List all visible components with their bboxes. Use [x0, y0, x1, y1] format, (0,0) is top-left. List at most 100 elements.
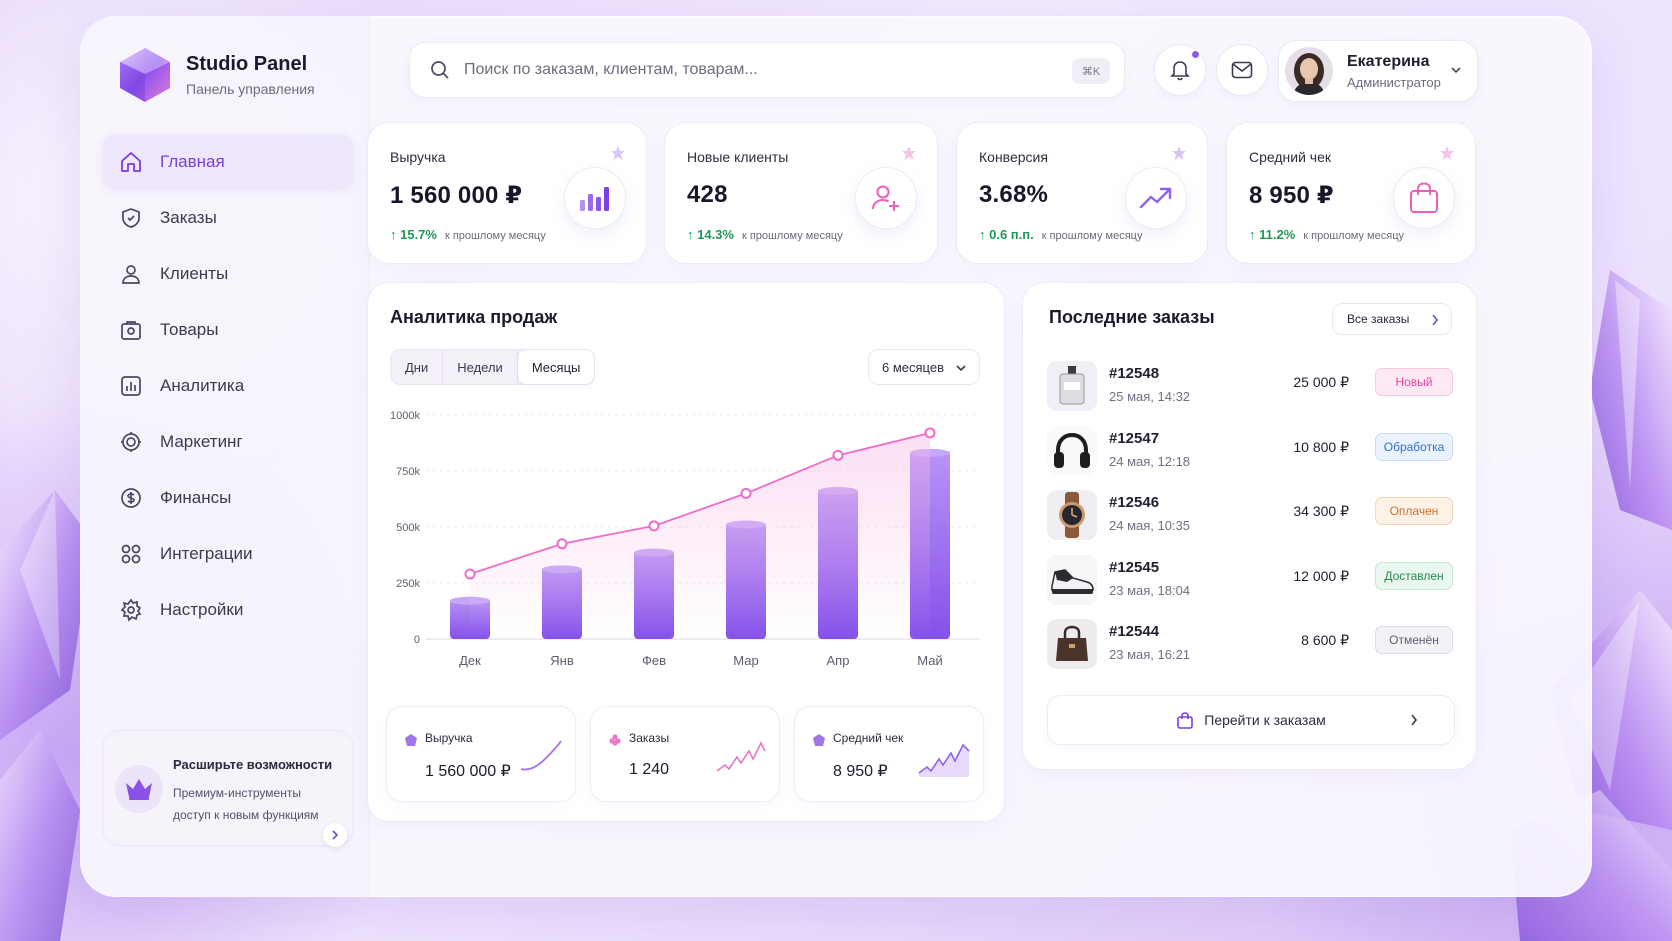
status-badge: Новый: [1375, 368, 1453, 396]
star-icon[interactable]: [1171, 145, 1187, 161]
order-amount: 34 300 ₽: [1293, 503, 1349, 519]
chevron-right-icon: [1432, 314, 1439, 326]
star-icon[interactable]: [901, 145, 917, 161]
mini-stat-average-check[interactable]: Средний чек 8 950 ₽: [794, 706, 984, 802]
tab-days[interactable]: Дни: [391, 350, 444, 384]
order-row[interactable]: #12548 25 мая, 14:32 25 000 ₽ Новый: [1047, 355, 1455, 420]
sidebar-item-clients[interactable]: Клиенты: [102, 246, 354, 302]
upgrade-card[interactable]: Расширьте возможности Премиум-инструмент…: [102, 730, 354, 847]
sidebar-nav: Главная Заказы Клиенты Товары Аналитика …: [102, 134, 354, 638]
kpi-card-new-clients[interactable]: Новые клиенты 428 ↑ 14.3% к прошлому меся…: [664, 122, 938, 264]
order-row[interactable]: #12544 23 мая, 16:21 8 600 ₽ Отменён: [1047, 613, 1455, 678]
sneaker-icon: [1047, 554, 1097, 605]
sidebar-item-finance[interactable]: Финансы: [102, 470, 354, 526]
sidebar-item-integrations[interactable]: Интеграции: [102, 526, 354, 582]
search-shortcut-badge: ⌘K: [1072, 58, 1110, 84]
kpi-value: 428: [687, 181, 728, 208]
mini-stat-orders[interactable]: Заказы 1 240: [590, 706, 780, 802]
order-id: #12547: [1109, 429, 1160, 447]
tab-months[interactable]: Месяцы: [517, 350, 595, 384]
orders-list: #12548 25 мая, 14:32 25 000 ₽ Новый #125…: [1047, 355, 1455, 678]
gear-icon: [118, 597, 144, 623]
crown-icon: [115, 765, 163, 813]
user-role: Администратор: [1347, 74, 1441, 90]
y-tick-label: 250k: [396, 578, 420, 590]
line-point: [740, 487, 752, 499]
upgrade-description: Премиум-инструменты доступ к новым функц…: [173, 782, 348, 826]
messages-button[interactable]: [1216, 44, 1268, 96]
search-bar[interactable]: ⌘K: [409, 42, 1125, 98]
kpi-card-conversion[interactable]: Конверсия 3.68% ↑ 0.6 п.п. к прошлому мес…: [956, 122, 1208, 264]
order-id: #12546: [1109, 494, 1160, 511]
mini-stat-label: Заказы: [629, 731, 670, 745]
shopping-bag-icon: [1177, 712, 1194, 729]
user-menu[interactable]: Екатерина Администратор: [1278, 40, 1478, 102]
x-tick-label: Дек: [459, 653, 481, 668]
mini-stat-revenue[interactable]: Выручка 1 560 000 ₽: [386, 706, 576, 802]
chevron-down-icon: [1451, 67, 1461, 74]
order-row[interactable]: #12546 24 мая, 10:35 34 300 ₽ Оплачен: [1047, 484, 1455, 549]
order-row[interactable]: #12547 24 мая, 12:18 10 800 ₽ Обработка: [1047, 420, 1455, 485]
order-date: 23 мая, 16:21: [1109, 647, 1191, 662]
sales-chart: 0 250k 500k 750k 1000k Дек Янв Фев Мар Апр Май: [390, 410, 980, 668]
goto-orders-label: Перейти к заказам: [1204, 712, 1326, 728]
upgrade-arrow-button[interactable]: [323, 823, 347, 847]
flower-icon: [609, 734, 621, 746]
status-badge: Оплачен: [1375, 497, 1453, 525]
sidebar-item-products[interactable]: Товары: [102, 302, 354, 358]
star-icon[interactable]: [610, 145, 626, 161]
brand-title: Studio Panel: [186, 53, 308, 75]
mini-stat-label: Средний чек: [833, 731, 904, 745]
period-select-value: 6 месяцев: [882, 359, 944, 375]
y-tick-label: 500k: [396, 522, 420, 534]
search-icon: [431, 61, 449, 79]
sidebar-item-home[interactable]: Главная: [102, 134, 354, 190]
all-orders-button[interactable]: Все заказы: [1332, 303, 1452, 335]
mail-icon: [1231, 61, 1253, 79]
sidebar-item-marketing[interactable]: Маркетинг: [102, 414, 354, 470]
order-amount: 8 600 ₽: [1301, 632, 1349, 648]
sparkline: [918, 743, 970, 777]
sidebar-item-orders[interactable]: Заказы: [102, 190, 354, 246]
tab-weeks[interactable]: Недели: [443, 350, 518, 384]
sidebar-item-label: Главная: [160, 152, 225, 171]
dashboard-window: Studio Panel Панель управления Главная З…: [80, 16, 1592, 897]
analytics-icon: [118, 373, 144, 399]
status-badge: Отменён: [1375, 626, 1453, 654]
goto-orders-button[interactable]: Перейти к заказам: [1047, 695, 1455, 745]
star-icon[interactable]: [1439, 145, 1455, 161]
notifications-button[interactable]: [1154, 44, 1206, 96]
sales-analytics-card: Аналитика продаж Дни Недели Месяцы 6 мес…: [367, 282, 1005, 822]
mini-stat-value: 1 240: [629, 761, 670, 778]
y-tick-label: 750k: [396, 466, 420, 478]
order-row[interactable]: #12545 23 мая, 18:04 12 000 ₽ Доставлен: [1047, 549, 1455, 614]
avatar: [1285, 47, 1333, 95]
mini-stat-label: Выручка: [425, 731, 473, 745]
chevron-down-icon: [956, 365, 966, 372]
period-select[interactable]: 6 месяцев: [868, 349, 980, 385]
x-tick-label: Апр: [827, 653, 850, 668]
handbag-icon: [1047, 619, 1097, 669]
x-tick-label: Мар: [733, 653, 758, 668]
gem-icon: [813, 734, 825, 746]
status-badge: Доставлен: [1375, 561, 1453, 590]
chevron-right-icon: [332, 830, 339, 840]
x-tick-label: Фев: [642, 653, 666, 668]
sidebar-item-label: Заказы: [160, 208, 217, 227]
kpi-delta: ↑ 0.6 п.п. к прошлому месяцу: [979, 227, 1143, 242]
sidebar-item-settings[interactable]: Настройки: [102, 582, 354, 638]
user-icon: [118, 261, 144, 287]
brand-logo-icon: [120, 48, 170, 102]
search-input[interactable]: [464, 61, 1064, 79]
marketing-icon: [118, 429, 144, 455]
y-tick-label: 0: [414, 634, 420, 646]
bar-chart-icon: [564, 167, 626, 229]
order-id: #12544: [1109, 623, 1160, 640]
kpi-card-revenue[interactable]: Выручка 1 560 000 ₽ ↑ 15.7% к прошлому ме…: [367, 122, 647, 264]
sparkline: [716, 741, 766, 772]
sidebar-item-analytics[interactable]: Аналитика: [102, 358, 354, 414]
kpi-card-average-check[interactable]: Средний чек 8 950 ₽ ↑ 11.2% к прошлому ме…: [1226, 122, 1476, 264]
line-point: [832, 449, 844, 461]
watch-icon: [1047, 490, 1097, 540]
user-name: Екатерина: [1347, 52, 1430, 70]
